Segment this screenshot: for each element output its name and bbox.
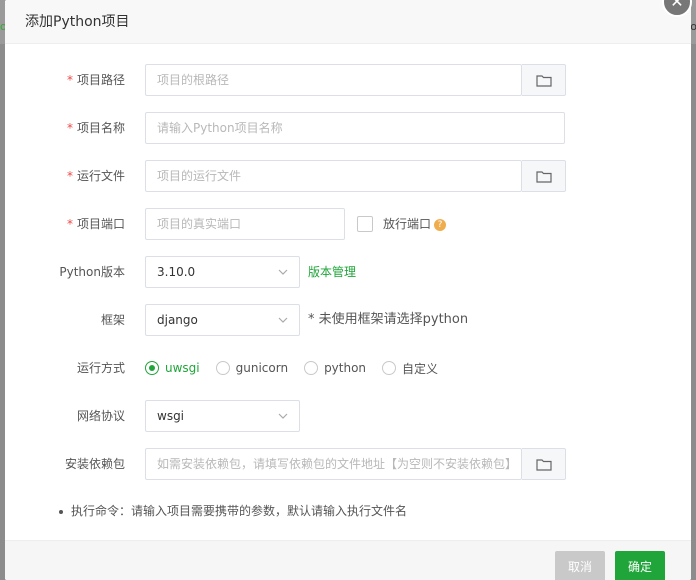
radio-uwsgi[interactable]: uwsgi	[145, 361, 200, 375]
radio-python[interactable]: python	[304, 361, 366, 375]
run-file-input[interactable]: 项目的运行文件	[145, 160, 522, 192]
row-dependencies: 安装依赖包 如需安装依赖包，请填写依赖包的文件地址【为空则不安装依赖包】	[5, 448, 691, 480]
dependencies-input[interactable]: 如需安装依赖包，请填写依赖包的文件地址【为空则不安装依赖包】	[145, 448, 522, 480]
dialog-title: 添加Python项目	[25, 14, 130, 30]
radio-dot	[145, 361, 159, 375]
row-run-mode: 运行方式 uwsgi gunicorn python 自定义	[5, 352, 691, 384]
framework-hint: * 未使用框架请选择python	[308, 312, 469, 327]
radio-dot	[382, 361, 397, 375]
dialog-header: 添加Python项目	[5, 0, 691, 44]
project-path-input[interactable]: 项目的根路径	[145, 64, 522, 96]
command-tip: 执行命令：请输入项目需要携带的参数，默认请输入执行文件名	[59, 502, 407, 519]
dependencies-label: 安装依赖包	[64, 457, 125, 471]
folder-icon	[535, 170, 552, 183]
row-framework: 框架 django * 未使用框架请选择python	[5, 304, 691, 336]
release-port-label: 放行端口?	[383, 208, 447, 240]
row-project-path: * 项目路径 项目的根路径	[5, 64, 691, 96]
row-run-file: * 运行文件 项目的运行文件	[5, 160, 691, 192]
python-version-select[interactable]: 3.10.0	[145, 256, 300, 288]
required-mark: *	[66, 73, 73, 87]
run-mode-label: 运行方式	[76, 361, 125, 375]
dialog-footer: 取消 确定	[5, 540, 691, 580]
protocol-select[interactable]: wsgi	[145, 400, 300, 432]
version-manage-link[interactable]: 版本管理	[308, 256, 356, 288]
project-port-label: * 项目端口	[66, 217, 125, 231]
row-protocol: 网络协议 wsgi	[5, 400, 691, 432]
project-path-label: * 项目路径	[66, 73, 125, 87]
run-file-label: * 运行文件	[66, 169, 125, 183]
row-project-port: * 项目端口 项目的真实端口 放行端口?	[5, 208, 691, 240]
dependencies-folder-button[interactable]	[522, 448, 566, 480]
folder-icon	[535, 458, 552, 471]
chevron-down-icon	[278, 413, 288, 419]
radio-gunicorn[interactable]: gunicorn	[215, 361, 288, 375]
radio-custom[interactable]: 自定义	[382, 360, 438, 377]
folder-icon	[535, 74, 552, 87]
project-name-label: * 项目名称	[66, 121, 125, 135]
run-mode-radio-group: uwsgi gunicorn python 自定义	[145, 352, 454, 384]
cancel-button[interactable]: 取消	[555, 551, 605, 580]
radio-dot	[215, 361, 230, 375]
protocol-label: 网络协议	[76, 409, 125, 423]
row-project-name: * 项目名称 请输入Python项目名称	[5, 112, 691, 144]
release-port-checkbox[interactable]	[357, 216, 373, 232]
radio-dot	[304, 361, 319, 375]
project-name-input[interactable]: 请输入Python项目名称	[145, 112, 565, 144]
help-icon[interactable]: ?	[434, 218, 447, 231]
run-file-folder-button[interactable]	[522, 160, 566, 192]
project-path-folder-button[interactable]	[522, 64, 566, 96]
framework-label: 框架	[100, 313, 125, 327]
framework-select[interactable]: django	[145, 304, 300, 336]
bullet-icon	[59, 509, 63, 514]
confirm-button[interactable]: 确定	[615, 551, 665, 580]
add-python-project-dialog: 添加Python项目 * 项目路径 项目的根路径 * 项目名称 请输入Python项…	[5, 0, 691, 580]
project-port-input[interactable]: 项目的真实端口	[145, 208, 345, 240]
python-version-label: Python版本	[59, 265, 125, 279]
chevron-down-icon	[278, 269, 288, 275]
row-python-version: Python版本 3.10.0 版本管理	[5, 256, 691, 288]
chevron-down-icon	[278, 317, 288, 323]
